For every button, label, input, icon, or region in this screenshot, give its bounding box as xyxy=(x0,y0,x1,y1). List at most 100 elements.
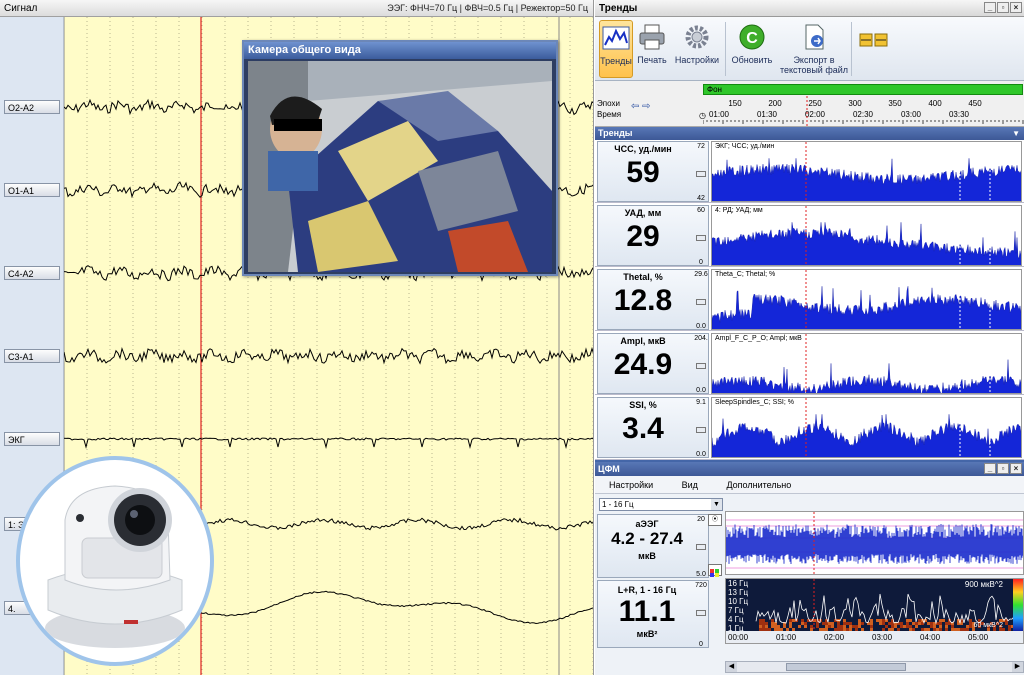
aeeg-plot[interactable] xyxy=(725,511,1024,575)
settings-button[interactable]: Настройки xyxy=(673,20,721,78)
close-button[interactable]: × xyxy=(1010,2,1022,13)
refresh-button[interactable]: C Обновить xyxy=(729,20,775,78)
trend-value-panel: SSI, % 3.4 9.1 0.0 xyxy=(597,397,709,458)
export-file-icon xyxy=(799,22,829,52)
spectrum-corner-label: 60 мкВ^2 xyxy=(973,622,1003,629)
trend-current-value: 29 xyxy=(626,220,660,253)
app-root: Сигнал ЭЭГ: ФНЧ=70 Гц | ФВЧ=0.5 Гц | Реж… xyxy=(0,0,1024,675)
scale-slider[interactable] xyxy=(696,363,706,369)
color-palette-icon[interactable] xyxy=(708,564,722,577)
scroll-left-icon[interactable]: ◀ xyxy=(726,662,737,672)
scroll-arrows[interactable]: ⇦ ⇨ xyxy=(631,101,651,112)
trend-graph-plot xyxy=(712,142,1021,201)
restore-button[interactable]: ▫ xyxy=(997,2,1009,13)
cfm-menu-bar: Настройки Вид Дополнительно xyxy=(595,476,1024,494)
trend-graph[interactable]: Theta_C; Thetal; % xyxy=(711,269,1022,330)
trend-graph[interactable]: SleepSpindles_C; SSI; % xyxy=(711,397,1022,458)
trend-value-panel: ЧСС, уд./мин 59 72 42 xyxy=(597,141,709,202)
trend-scale: 204. 0.0 xyxy=(692,335,710,394)
trend-scale: 60 0 xyxy=(692,207,710,266)
trend-scale: 29.6 0.0 xyxy=(692,271,710,330)
menu-item-settings[interactable]: Настройки xyxy=(609,476,653,494)
scale-slider[interactable] xyxy=(696,171,706,177)
band-select[interactable]: 1 - 16 Гц ▼ xyxy=(599,498,723,511)
trends-window-title: Тренды _ ▫ × xyxy=(595,0,1024,17)
minimize-button[interactable]: _ xyxy=(984,463,996,474)
svg-text:C: C xyxy=(746,30,758,47)
time-label: Время xyxy=(597,110,622,119)
channel-label-o1-a1[interactable]: O1-A1 xyxy=(4,183,60,197)
spectral-edge-trace xyxy=(755,593,1015,625)
export-button[interactable]: Экспорт в текстовый файл xyxy=(779,20,849,78)
scale-min: 0.0 xyxy=(696,323,706,330)
time-tick: 01:30 xyxy=(757,110,778,119)
lr-scale: 720 0 xyxy=(692,582,710,648)
color-scale-bar xyxy=(1013,579,1023,631)
time-tick: 03:00 xyxy=(901,110,922,119)
trend-graph[interactable]: ЭКГ; ЧСС; уд./мин xyxy=(711,141,1022,202)
trends-window-title-text: Тренды xyxy=(599,3,638,14)
trend-graph[interactable]: Ampl_F_C_P_O; Ampl; мкВ xyxy=(711,333,1022,394)
time-tick: 02:00 xyxy=(824,633,845,642)
trends-section-title: Тренды xyxy=(598,128,633,138)
align-button[interactable] xyxy=(855,20,893,78)
channel-label-c3-a1[interactable]: C3-A1 xyxy=(4,349,60,363)
menu-item-extra[interactable]: Дополнительно xyxy=(726,476,791,494)
restore-button[interactable]: ▫ xyxy=(997,463,1009,474)
patient-video-image xyxy=(248,61,552,272)
trend-current-value: 12.8 xyxy=(613,284,673,317)
camera-video-view xyxy=(248,61,552,272)
settings-button-label: Настройки xyxy=(674,55,720,65)
scale-slider[interactable] xyxy=(696,610,706,616)
camera-device-image xyxy=(16,456,214,666)
trend-graph-label: Theta_C; Thetal; % xyxy=(715,271,776,278)
horizontal-scrollbar[interactable]: ◀ ▶ xyxy=(725,661,1024,673)
cfm-time-axis: 00:00 01:00 02:00 03:00 04:00 05:00 xyxy=(726,631,1023,643)
epoch-time-ruler: Фон Эпохи Время ⇦ ⇨ ◷ 150 200 250 300 350 400… xyxy=(595,81,1024,127)
trend-value-panel: УАД, мм 29 60 0 xyxy=(597,205,709,266)
minimize-button[interactable]: _ xyxy=(984,2,996,13)
scale-slider[interactable] xyxy=(696,544,706,550)
trends-button[interactable]: Тренды xyxy=(599,20,633,78)
trend-current-value: 3.4 xyxy=(622,412,664,445)
trend-name: Ampl, мкВ xyxy=(620,336,666,346)
trend-name: Thetal, % xyxy=(623,272,663,282)
stage-bar-fon[interactable]: Фон xyxy=(703,84,1023,95)
scale-slider[interactable] xyxy=(696,235,706,241)
trend-area xyxy=(712,414,1021,457)
scale-slider[interactable] xyxy=(696,427,706,433)
time-tick: 03:30 xyxy=(949,110,970,119)
trend-graph[interactable]: 4: РД; УАД; мм xyxy=(711,205,1022,266)
epoch-tick: 450 xyxy=(968,99,982,108)
filter-settings[interactable]: ЭЭГ: ФНЧ=70 Гц | ФВЧ=0.5 Гц | Режектор=5… xyxy=(387,0,588,17)
trend-area xyxy=(712,158,1021,201)
trend-graph-plot xyxy=(712,398,1021,457)
chevron-down-icon[interactable]: ▼ xyxy=(1012,127,1020,140)
ruler-ticks[interactable]: 150 200 250 300 350 400 450 01:00 01:30 02:00 02:3… xyxy=(703,96,1024,126)
trends-button-label: Тренды xyxy=(600,56,632,66)
spectrogram-plot[interactable]: 900 мкВ^2 60 мкВ^2 16 Гц 13 Гц 10 Гц 7 Г… xyxy=(725,578,1024,644)
time-tick: 01:00 xyxy=(709,110,730,119)
export-button-label: Экспорт в текстовый файл xyxy=(779,55,849,75)
camera-window-title[interactable]: Камера общего вида xyxy=(244,42,556,59)
lr-value-panel: L+R, 1 - 16 Гц 11.1 мкВ² 720 0 xyxy=(597,580,709,648)
camera-window[interactable]: Камера общего вида xyxy=(242,40,558,276)
scroll-right-icon[interactable]: ▶ xyxy=(1012,662,1023,672)
scroll-thumb[interactable] xyxy=(786,663,906,671)
print-button[interactable]: Печать xyxy=(635,20,669,78)
close-button[interactable]: × xyxy=(1010,463,1022,474)
time-tick: 01:00 xyxy=(776,633,797,642)
freq-label: 16 Гц xyxy=(728,579,749,588)
align-lines-icon xyxy=(859,32,889,62)
trend-name: ЧСС, уд./мин xyxy=(614,144,672,154)
channel-label-o2-a2[interactable]: O2-A2 xyxy=(4,100,60,114)
scale-slider[interactable] xyxy=(696,299,706,305)
chevron-down-icon[interactable]: ▼ xyxy=(711,499,722,510)
epoch-tick: 300 xyxy=(848,99,862,108)
cfm-window: ЦФМ _ ▫ × Настройки Вид Дополнительно 1 … xyxy=(595,460,1024,675)
channel-label-c4-a2[interactable]: C4-A2 xyxy=(4,266,60,280)
aeeg-mode-icon[interactable]: ⦿ xyxy=(708,514,722,526)
channel-label-ecg[interactable]: ЭКГ xyxy=(4,432,60,446)
scale-max: 60 xyxy=(697,207,705,214)
menu-item-view[interactable]: Вид xyxy=(682,476,698,494)
